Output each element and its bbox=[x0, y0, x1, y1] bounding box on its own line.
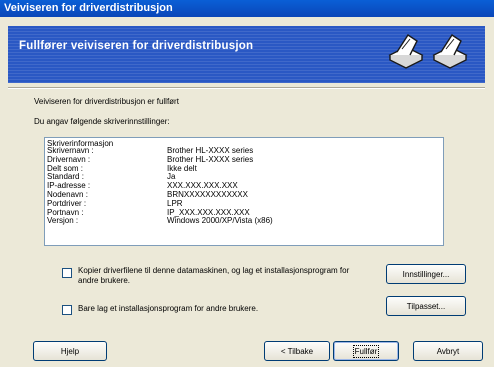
back-button[interactable]: < Tilbake bbox=[264, 341, 330, 361]
copy-driver-files-checkbox[interactable] bbox=[62, 268, 72, 278]
cancel-button-label: Avbryt bbox=[436, 346, 460, 356]
info-row: Versjon : Windows 2000/XP/Vista (x86) bbox=[47, 217, 437, 226]
settings-button-label: Innstillinger... bbox=[402, 269, 450, 279]
printer-info-listbox[interactable]: Skriverinformasjon Skrivernavn : Brother … bbox=[44, 137, 444, 246]
printer-info-rows: Skrivernavn : Brother HL-XXXX series Driv… bbox=[47, 146, 437, 226]
custom-button-label: Tilpasset... bbox=[406, 301, 446, 311]
custom-button[interactable]: Tilpasset... bbox=[386, 296, 466, 316]
completion-text: Veiviseren for driverdistribusjon er ful… bbox=[34, 97, 179, 106]
help-button[interactable]: Hjelp bbox=[33, 341, 107, 361]
info-label: Versjon : bbox=[47, 216, 79, 226]
finish-button-label: Fullfør bbox=[352, 344, 380, 358]
settings-button[interactable]: Innstillinger... bbox=[386, 264, 466, 284]
info-row: Nodenavn : BRNXXXXXXXXXXXX bbox=[47, 190, 437, 200]
info-row: Standard : Ja bbox=[47, 173, 437, 182]
only-installer-label[interactable]: Bare lag et installasjonsprogram for and… bbox=[78, 304, 258, 314]
wizard-header: Fullfører veiviseren for driverdistribus… bbox=[8, 26, 485, 83]
printer-icon bbox=[388, 34, 424, 69]
settings-intro-text: Du angav følgende skriverinnstillinger: bbox=[34, 117, 170, 126]
copy-driver-files-label-line1: Kopier driverfilene til denne datamaskin… bbox=[78, 266, 350, 275]
printer-icon bbox=[432, 34, 468, 69]
header-separator bbox=[8, 87, 485, 89]
copy-driver-files-label-line2: andre brukere. bbox=[78, 276, 131, 285]
only-installer-checkbox[interactable] bbox=[62, 305, 72, 315]
info-row: Delt som : Ikke delt bbox=[47, 164, 437, 174]
info-row: Drivernavn : Brother HL-XXXX series bbox=[47, 155, 437, 165]
window-title: Veiviseren for driverdistribusjon bbox=[4, 2, 173, 14]
title-bar: Veiviseren for driverdistribusjon bbox=[0, 0, 494, 17]
cancel-button[interactable]: Avbryt bbox=[413, 341, 483, 361]
back-button-label: < Tilbake bbox=[280, 346, 314, 356]
header-title: Fullfører veiviseren for driverdistribus… bbox=[19, 40, 254, 52]
help-button-label: Hjelp bbox=[60, 346, 80, 356]
finish-button[interactable]: Fullfør bbox=[333, 341, 399, 361]
info-value: Windows 2000/XP/Vista (x86) bbox=[167, 216, 273, 226]
copy-driver-files-label[interactable]: Kopier driverfilene til denne datamaskin… bbox=[78, 266, 349, 286]
